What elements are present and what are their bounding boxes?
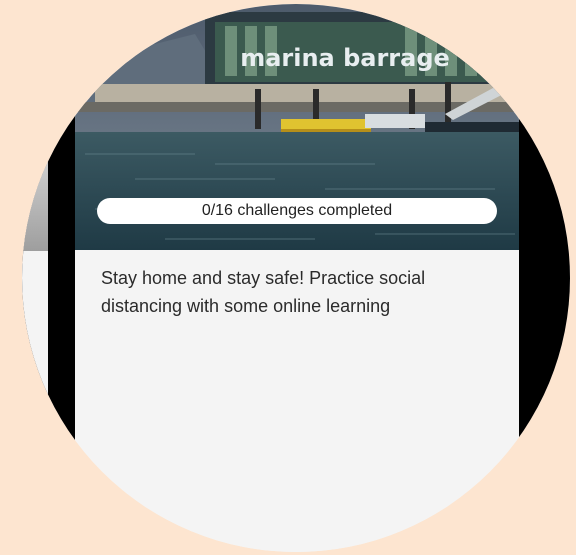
- previous-card-image: [22, 149, 48, 251]
- previous-card[interactable]: [22, 149, 48, 479]
- watch-face: marina barrage 0/16 challenges completed…: [22, 4, 570, 552]
- challenge-card[interactable]: marina barrage 0/16 challenges completed…: [75, 4, 519, 552]
- progress-pill: 0/16 challenges completed: [97, 198, 497, 224]
- card-description: Stay home and stay safe! Practice social…: [101, 268, 426, 316]
- progress-label: 0/16 challenges completed: [201, 202, 393, 219]
- building-sign: marina barrage: [240, 44, 450, 72]
- right-edge: [519, 4, 570, 552]
